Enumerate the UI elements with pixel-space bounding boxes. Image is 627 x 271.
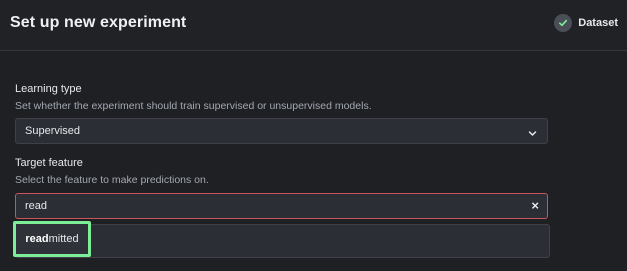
step-label: Dataset (578, 17, 618, 29)
clear-icon[interactable]: × (531, 198, 539, 214)
step-indicator-dataset[interactable]: Dataset (554, 14, 618, 32)
target-feature-input-value: read (25, 200, 48, 212)
learning-type-value: Supervised (25, 125, 81, 137)
page-title: Set up new experiment (10, 14, 187, 31)
learning-type-select[interactable]: Supervised (15, 118, 548, 144)
target-feature-label: Target feature (15, 157, 83, 169)
learning-type-section: Learning type Set whether the experiment… (15, 83, 372, 112)
option-match-text: read (25, 233, 49, 245)
learning-type-label: Learning type (15, 83, 82, 95)
learning-type-help: Set whether the experiment should train … (15, 100, 372, 112)
header: Set up new experiment Dataset (0, 0, 627, 51)
chevron-down-icon (527, 126, 538, 144)
option-rest-text: mitted (48, 233, 79, 245)
dropdown-option-readmitted[interactable]: readmitted (13, 221, 91, 257)
target-feature-dropdown: readmitted (13, 221, 550, 258)
experiment-setup-page: Set up new experiment Dataset Learning t… (0, 0, 627, 271)
target-feature-help: Select the feature to make predictions o… (15, 174, 209, 186)
check-icon (554, 14, 573, 32)
target-feature-input[interactable]: read × (15, 193, 548, 219)
option-label: readmitted (25, 233, 78, 245)
target-feature-section: Target feature Select the feature to mak… (15, 157, 209, 186)
